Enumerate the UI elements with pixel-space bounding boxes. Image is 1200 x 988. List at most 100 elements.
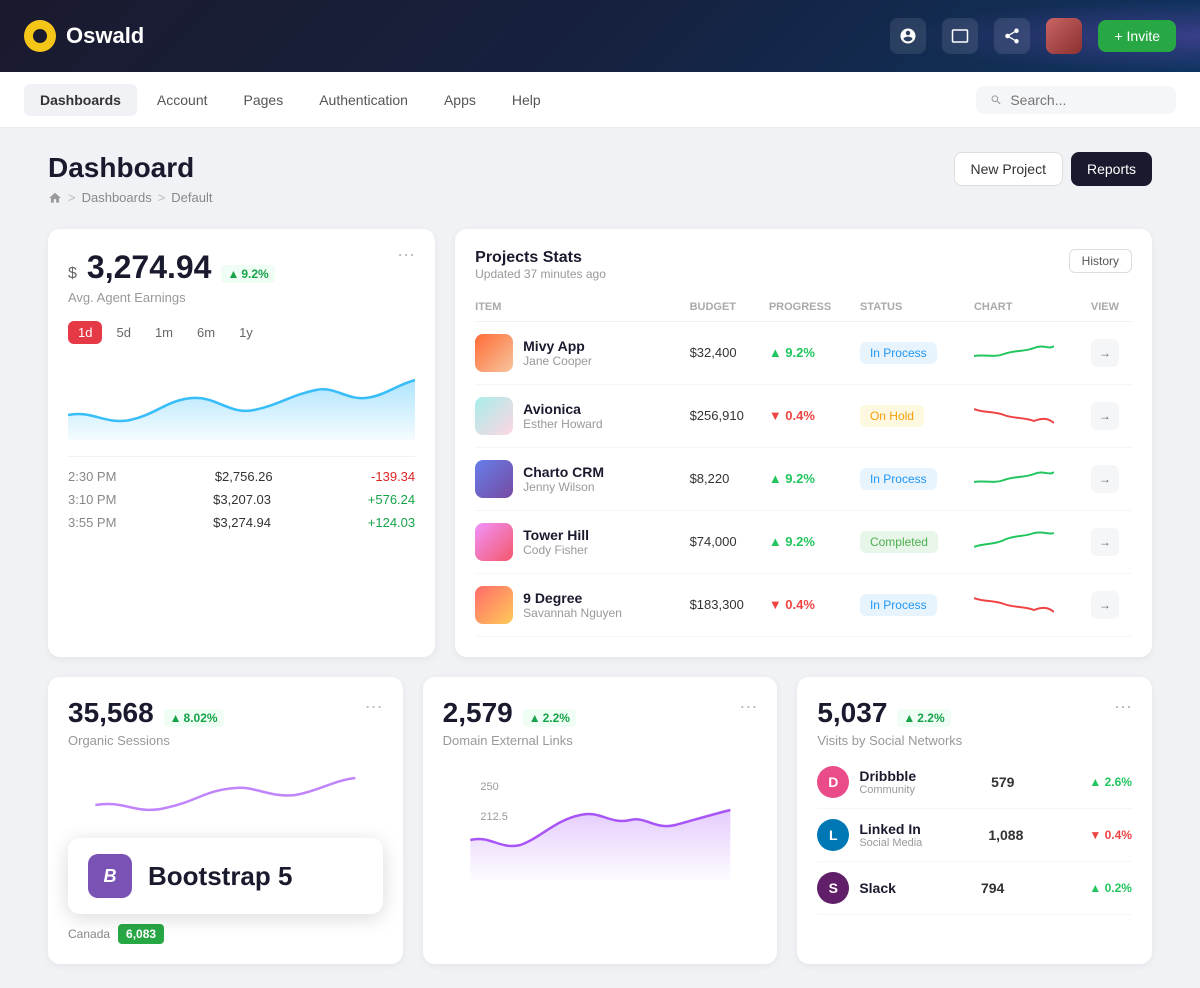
new-project-button[interactable]: New Project [954,152,1063,186]
time-btn-5d[interactable]: 5d [106,321,140,344]
social-change-badge: ▲ 0.2% [1089,881,1132,895]
project-item: Mivy App Jane Cooper [475,334,689,372]
project-budget: $8,220 [690,471,730,486]
organic-value: 35,568 [68,697,154,729]
canada-value: 6,083 [118,924,164,944]
view-arrow-button[interactable]: → [1091,528,1119,556]
topbar-mask-icon[interactable] [890,18,926,54]
nav-authentication[interactable]: Authentication [303,84,424,116]
social-label: Visits by Social Networks [817,733,962,748]
project-name: Charto CRM [523,464,604,480]
project-person: Jenny Wilson [523,480,604,494]
sparkline-chart [974,525,1054,555]
logo: Oswald [24,20,144,52]
social-row: L Linked In Social Media 1,088 ▼ 0.4% [817,809,1132,862]
nav-help[interactable]: Help [496,84,557,116]
svg-text:250: 250 [480,781,498,793]
currency-symbol: $ [68,265,77,283]
sparkline-chart [974,399,1054,429]
table-row: Avionica Esther Howard $256,910 ▼ 0.4% O… [475,385,1132,448]
app-title: Oswald [66,23,144,49]
sparkline-chart [974,588,1054,618]
more-icon[interactable]: ⋯ [397,245,415,266]
project-icon [475,334,513,372]
project-budget: $74,000 [690,534,737,549]
project-progress: ▲ 9.2% [769,534,815,549]
user-avatar[interactable] [1046,18,1082,54]
topbar-share-icon[interactable] [994,18,1030,54]
project-icon [475,460,513,498]
nav-apps[interactable]: Apps [428,84,492,116]
project-budget: $256,910 [690,408,744,423]
status-badge: On Hold [860,405,924,427]
nav-account[interactable]: Account [141,84,224,116]
project-name: Tower Hill [523,527,589,543]
organic-chart [68,760,383,830]
organic-header: 35,568 ▲ 8.02% Organic Sessions ⋯ [68,697,383,748]
nav-pages[interactable]: Pages [228,84,300,116]
invite-button[interactable]: + Invite [1098,20,1176,52]
social-info: L Linked In Social Media [817,819,922,851]
project-progress: ▲ 9.2% [769,471,815,486]
domain-more-icon[interactable]: ⋯ [739,697,757,718]
view-arrow-button[interactable]: → [1091,339,1119,367]
project-budget: $32,400 [690,345,737,360]
page-header-buttons: New Project Reports [954,152,1153,186]
logo-inner [33,29,47,43]
reports-button[interactable]: Reports [1071,152,1152,186]
bootstrap-icon: B [88,854,132,898]
project-progress: ▼ 0.4% [769,408,815,423]
project-icon [475,523,513,561]
projects-table: ITEM BUDGET PROGRESS STATUS CHART VIEW M… [475,293,1132,637]
col-budget: BUDGET [690,293,769,322]
earnings-card: $ 3,274.94 ▲ 9.2% Avg. Agent Earnings ⋯ … [48,229,435,657]
svg-text:212.5: 212.5 [480,811,508,823]
col-chart: CHART [974,293,1091,322]
table-row: Mivy App Jane Cooper $32,400 ▲ 9.2% In P… [475,322,1132,385]
social-network-icon: D [817,766,849,798]
topbar-screen-icon[interactable] [942,18,978,54]
bootstrap-label: Bootstrap 5 [148,861,292,892]
topbar-actions: + Invite [890,18,1176,54]
search-icon [990,93,1002,107]
social-network-type: Community [859,784,916,796]
social-more-icon[interactable]: ⋯ [1114,697,1132,718]
social-network-type: Social Media [859,837,922,849]
social-row: D Dribbble Community 579 ▲ 2.6% [817,756,1132,809]
time-btn-6m[interactable]: 6m [187,321,225,344]
breadcrumb-dashboards: Dashboards [82,190,152,205]
nav-dashboards[interactable]: Dashboards [24,84,137,116]
history-button[interactable]: History [1069,249,1132,273]
view-arrow-button[interactable]: → [1091,402,1119,430]
col-progress: PROGRESS [769,293,860,322]
table-row: 9 Degree Savannah Nguyen $183,300 ▼ 0.4%… [475,574,1132,637]
view-arrow-button[interactable]: → [1091,465,1119,493]
page-title: Dashboard [48,152,213,184]
projects-subtitle: Updated 37 minutes ago [475,267,606,281]
time-btn-1y[interactable]: 1y [229,321,263,344]
social-networks-card: 5,037 ▲ 2.2% Visits by Social Networks ⋯… [797,677,1152,964]
time-btn-1m[interactable]: 1m [145,321,183,344]
search-input[interactable] [1010,92,1162,108]
project-name: Mivy App [523,338,592,354]
organic-change: ▲ 8.02% [164,709,224,727]
domain-title-area: 2,579 ▲ 2.2% Domain External Links [443,697,576,748]
view-arrow-button[interactable]: → [1091,591,1119,619]
search-bar [976,86,1176,114]
navbar: Dashboards Account Pages Authentication … [0,72,1200,128]
project-person: Esther Howard [523,417,602,431]
social-count: 1,088 [988,827,1023,843]
social-count: 794 [981,880,1004,896]
canada-row: Canada 6,083 [68,924,383,944]
social-network-name: Linked In [859,821,922,837]
status-badge: In Process [860,468,937,490]
project-item: Tower Hill Cody Fisher [475,523,689,561]
canada-label: Canada [68,927,110,941]
status-badge: In Process [860,342,937,364]
organic-more-icon[interactable]: ⋯ [365,697,383,718]
time-btn-1d[interactable]: 1d [68,321,102,344]
project-item: Charto CRM Jenny Wilson [475,460,689,498]
mini-chart [68,360,415,440]
projects-title-area: Projects Stats Updated 37 minutes ago [475,249,606,281]
time-filters: 1d 5d 1m 6m 1y [68,321,415,344]
